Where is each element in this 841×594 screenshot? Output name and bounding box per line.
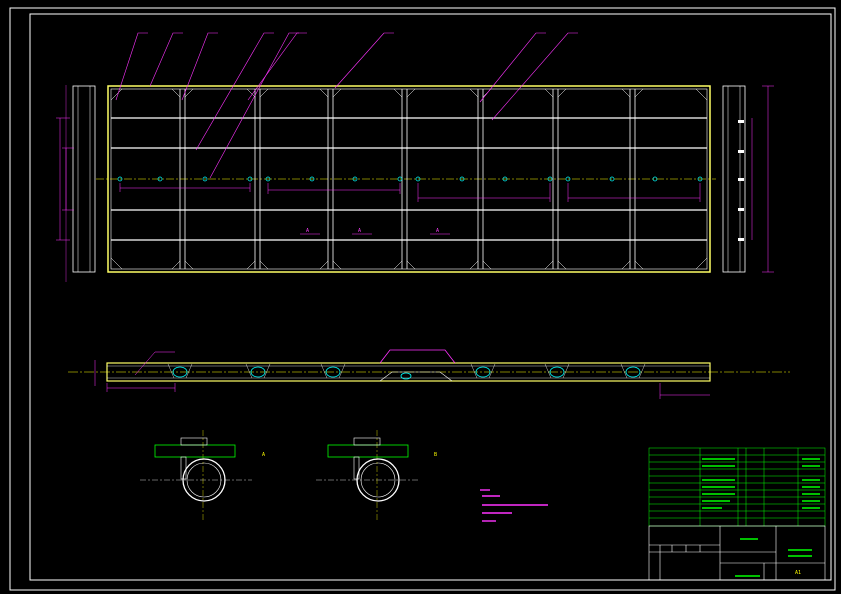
detail-label-a: A	[262, 452, 265, 458]
right-end-view	[722, 85, 774, 273]
sheet-outer-border	[9, 7, 836, 591]
detail-section-2: B	[316, 430, 437, 520]
side-elevation	[68, 349, 790, 399]
left-end-view	[56, 85, 96, 282]
plan-dimensions	[119, 183, 701, 202]
detail-label-b: B	[434, 452, 437, 458]
technical-notes	[480, 489, 548, 522]
bom-entries	[702, 458, 820, 509]
bill-of-materials	[648, 447, 826, 527]
plan-view: A A A	[96, 85, 716, 273]
section-mark-2: A	[358, 228, 361, 234]
section-mark-3: A	[436, 228, 439, 234]
title-block-scale: A1	[795, 570, 801, 576]
detail-section-1: A	[140, 430, 265, 520]
sheet-inner-border	[29, 13, 832, 581]
section-mark-1: A	[306, 228, 309, 234]
cad-drawing-canvas: A A A A B A1	[9, 7, 836, 591]
